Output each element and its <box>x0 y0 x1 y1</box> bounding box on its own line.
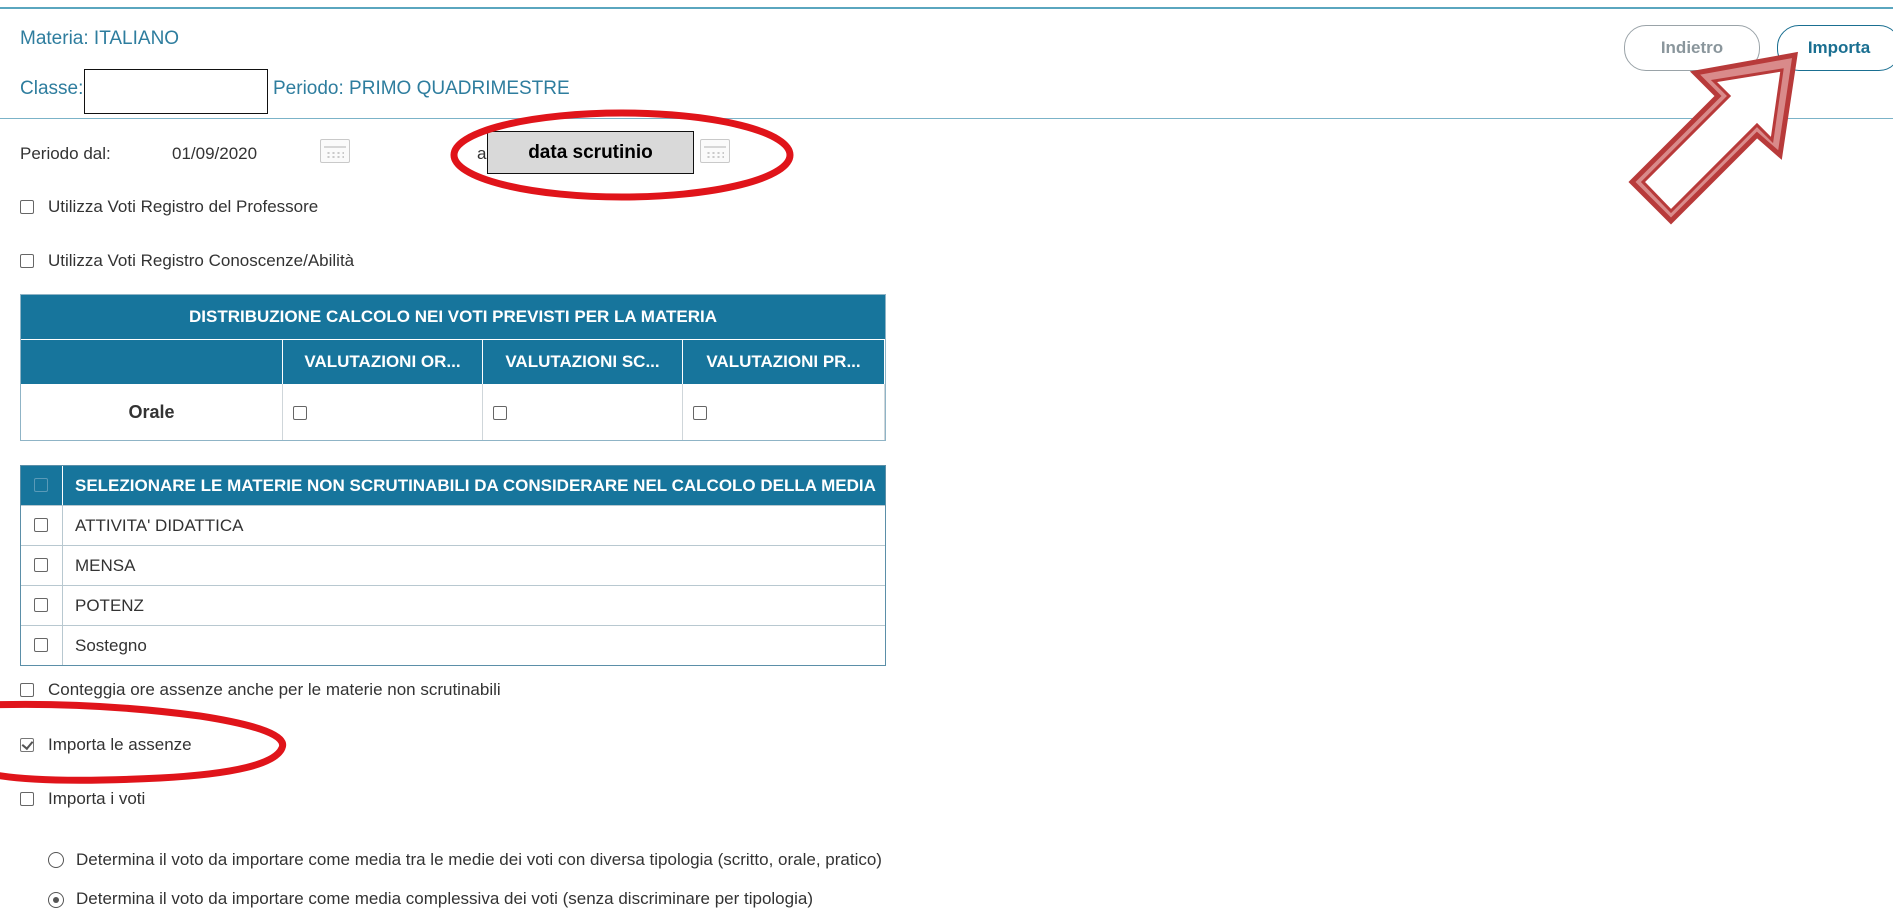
select-all-cell <box>21 466 63 505</box>
column-header-oral[interactable]: VALUTAZIONI OR... <box>283 340 483 384</box>
subject-name: Sostegno <box>75 635 147 655</box>
distribution-table: DISTRIBUZIONE CALCOLO NEI VOTI PREVISTI … <box>20 294 886 441</box>
class-label: Classe: <box>20 78 84 99</box>
class-name-redacted <box>84 69 268 114</box>
subject-checkbox[interactable] <box>34 638 48 652</box>
import-button[interactable]: Importa <box>1777 25 1893 71</box>
grade-mode-by-type-label: Determina il voto da importare come medi… <box>76 850 882 869</box>
distribution-table-title: DISTRIBUZIONE CALCOLO NEI VOTI PREVISTI … <box>21 295 885 340</box>
header-separator <box>0 118 1893 119</box>
table-row[interactable]: POTENZ <box>21 585 885 625</box>
subject-checkbox[interactable] <box>34 518 48 532</box>
back-button[interactable]: Indietro <box>1624 25 1760 71</box>
import-absences-label: Importa le assenze <box>48 735 192 754</box>
import-absences-checkbox[interactable] <box>20 738 34 752</box>
row-checkbox-cell <box>21 626 63 665</box>
subject-name: POTENZ <box>75 595 144 615</box>
top-border <box>0 7 1893 9</box>
period-to-value[interactable]: data scrutinio <box>487 131 694 174</box>
table-row[interactable]: ATTIVITA' DIDATTICA <box>21 505 885 545</box>
select-all-checkbox[interactable] <box>34 478 48 492</box>
subject-checkbox[interactable] <box>34 598 48 612</box>
table-row[interactable]: MENSA <box>21 545 885 585</box>
annotation-overlay <box>0 51 1798 784</box>
grade-mode-overall-label: Determina il voto da importare come medi… <box>76 889 813 908</box>
import-grades-checkbox[interactable] <box>20 792 34 806</box>
written-checkbox[interactable] <box>493 406 507 420</box>
calendar-to-icon[interactable] <box>700 139 730 163</box>
use-prof-register-label: Utilizza Voti Registro del Professore <box>48 197 319 216</box>
subject-name: ATTIVITA' DIDATTICA <box>75 515 244 535</box>
subject-title: Materia: ITALIANO <box>20 28 180 49</box>
use-knowledge-register-label: Utilizza Voti Registro Conoscenze/Abilit… <box>48 251 355 270</box>
annotation-arrow-icon <box>1628 51 1798 225</box>
grade-mode-by-type-radio[interactable] <box>48 852 64 868</box>
subjects-table-header: SELEZIONARE LE MATERIE NON SCRUTINABILI … <box>21 466 885 505</box>
column-header-practical[interactable]: VALUTAZIONI PR... <box>683 340 885 384</box>
table-row[interactable]: Sostegno <box>21 625 885 665</box>
row-checkbox-cell <box>21 506 63 545</box>
subject-checkbox[interactable] <box>34 558 48 572</box>
period-to-label: a <box>477 144 487 163</box>
count-absences-label: Conteggia ore assenze anche per le mater… <box>48 680 501 699</box>
subject-name: MENSA <box>75 555 136 575</box>
oral-checkbox[interactable] <box>293 406 307 420</box>
period-from-label: Periodo dal: <box>20 144 111 163</box>
row-checkbox-cell <box>21 546 63 585</box>
count-absences-checkbox[interactable] <box>20 683 34 697</box>
grade-mode-overall-radio[interactable] <box>48 892 64 908</box>
use-prof-register-checkbox[interactable] <box>20 200 34 214</box>
column-header-written[interactable]: VALUTAZIONI SC... <box>483 340 683 384</box>
import-grades-label: Importa i voti <box>48 789 146 808</box>
row-checkbox-cell <box>21 586 63 625</box>
column-header-empty <box>21 340 283 384</box>
table-row: Orale <box>21 384 885 440</box>
cell-written <box>483 384 683 440</box>
calendar-from-icon[interactable] <box>320 139 350 163</box>
practical-checkbox[interactable] <box>693 406 707 420</box>
period-from-value[interactable]: 01/09/2020 <box>172 144 257 164</box>
subjects-table: SELEZIONARE LE MATERIE NON SCRUTINABILI … <box>20 465 886 666</box>
subjects-table-title: SELEZIONARE LE MATERIE NON SCRUTINABILI … <box>75 475 876 495</box>
distribution-table-header-row: VALUTAZIONI OR... VALUTAZIONI SC... VALU… <box>21 340 885 384</box>
period-title: Periodo: PRIMO QUADRIMESTRE <box>273 78 570 99</box>
use-knowledge-register-checkbox[interactable] <box>20 254 34 268</box>
annotation-arrow-inner <box>1640 68 1784 214</box>
cell-oral <box>283 384 483 440</box>
cell-practical <box>683 384 885 440</box>
row-label-orale: Orale <box>21 384 283 440</box>
